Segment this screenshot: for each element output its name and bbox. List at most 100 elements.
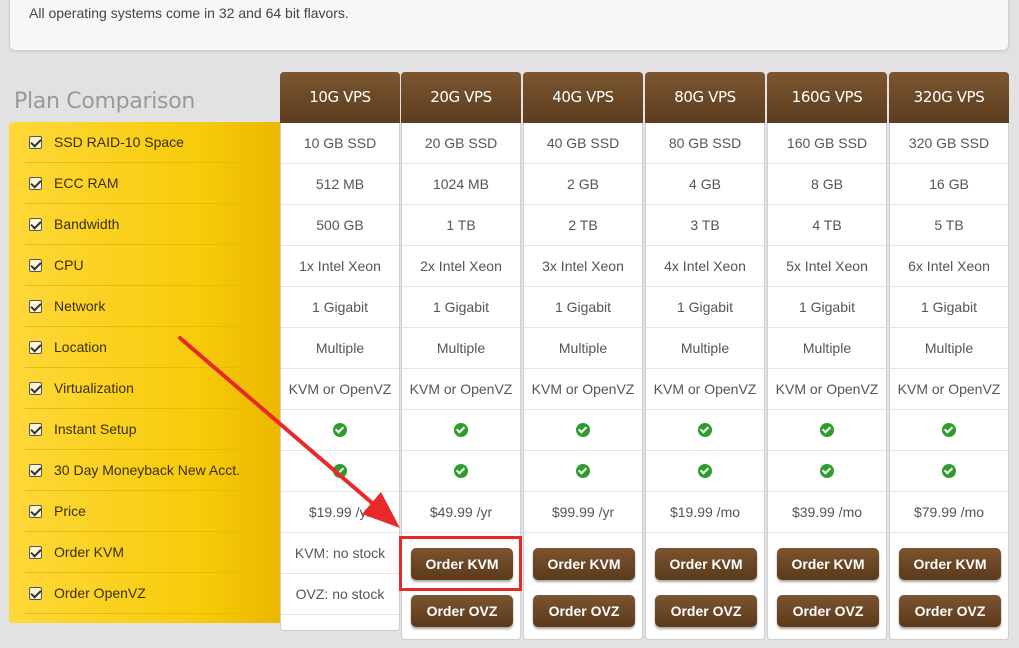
location-cell: Multiple <box>890 328 1008 369</box>
feature-row: SSD RAID-10 Space <box>25 122 257 163</box>
space-cell: 20 GB SSD <box>402 123 520 164</box>
virtualization-cell: KVM or OpenVZ <box>768 369 886 410</box>
order-ovz-button[interactable]: Order OVZ <box>411 595 513 627</box>
feature-label: SSD RAID-10 Space <box>54 134 184 150</box>
checkbox-icon <box>29 464 42 477</box>
order-ovz-button[interactable]: Order OVZ <box>899 595 1001 627</box>
plan-column-5: 160G VPS 160 GB SSD 8 GB 4 TB 5x Intel X… <box>767 72 887 640</box>
bandwidth-cell: 500 GB <box>281 205 399 246</box>
plan-header: 80G VPS <box>645 72 765 123</box>
price-cell: $49.99 /yr <box>402 492 520 533</box>
check-circle-icon <box>454 464 468 479</box>
plan-header: 320G VPS <box>889 72 1009 123</box>
network-cell: 1 Gigabit <box>524 287 642 328</box>
virtualization-cell: KVM or OpenVZ <box>890 369 1008 410</box>
location-cell: Multiple <box>281 328 399 369</box>
checkbox-icon <box>29 177 42 190</box>
order-kvm-button[interactable]: Order KVM <box>655 548 757 580</box>
feature-label: CPU <box>54 257 84 273</box>
checkbox-icon <box>29 423 42 436</box>
checkbox-icon <box>29 300 42 313</box>
os-note-text: All operating systems come in 32 and 64 … <box>29 5 349 21</box>
price-cell: $79.99 /mo <box>890 492 1008 533</box>
location-cell: Multiple <box>524 328 642 369</box>
check-circle-icon <box>576 464 590 479</box>
cpu-cell: 4x Intel Xeon <box>646 246 764 287</box>
checkbox-icon <box>29 505 42 518</box>
feature-row: Order KVM <box>25 532 257 573</box>
plan-header: 160G VPS <box>767 72 887 123</box>
location-cell: Multiple <box>768 328 886 369</box>
checkbox-icon <box>29 218 42 231</box>
feature-label: Virtualization <box>54 380 134 396</box>
plan-header: 20G VPS <box>401 72 521 123</box>
price-cell: $19.99 /yr <box>281 492 399 533</box>
feature-row: 30 Day Moneyback New Acct. <box>25 450 257 491</box>
network-cell: 1 Gigabit <box>646 287 764 328</box>
ram-cell: 512 MB <box>281 164 399 205</box>
order-ovz-button[interactable]: Order OVZ <box>777 595 879 627</box>
feature-row: ECC RAM <box>25 163 257 204</box>
bandwidth-cell: 3 TB <box>646 205 764 246</box>
feature-label: Network <box>54 298 106 314</box>
check-circle-icon <box>698 464 712 479</box>
check-circle-icon <box>454 423 468 438</box>
virtualization-cell: KVM or OpenVZ <box>524 369 642 410</box>
feature-row: CPU <box>25 245 257 286</box>
checkbox-icon <box>29 382 42 395</box>
instant-setup-cell <box>768 410 886 451</box>
feature-row: Location <box>25 327 257 368</box>
price-cell: $39.99 /mo <box>768 492 886 533</box>
feature-label: ECC RAM <box>54 175 119 191</box>
kvm-stock-cell: KVM: no stock <box>281 533 399 574</box>
feature-label: 30 Day Moneyback New Acct. <box>54 462 240 478</box>
order-kvm-button[interactable]: Order KVM <box>533 548 635 580</box>
feature-label: Order KVM <box>54 544 125 560</box>
plan-header: 40G VPS <box>523 72 643 123</box>
price-cell: $19.99 /mo <box>646 492 764 533</box>
space-cell: 160 GB SSD <box>768 123 886 164</box>
price-cell: $99.99 /yr <box>524 492 642 533</box>
cpu-cell: 5x Intel Xeon <box>768 246 886 287</box>
bandwidth-cell: 4 TB <box>768 205 886 246</box>
check-circle-icon <box>576 423 590 438</box>
plan-column-6: 320G VPS 320 GB SSD 16 GB 5 TB 6x Intel … <box>889 72 1009 640</box>
network-cell: 1 Gigabit <box>890 287 1008 328</box>
cpu-cell: 6x Intel Xeon <box>890 246 1008 287</box>
bandwidth-cell: 5 TB <box>890 205 1008 246</box>
cpu-cell: 3x Intel Xeon <box>524 246 642 287</box>
location-cell: Multiple <box>646 328 764 369</box>
check-circle-icon <box>698 423 712 438</box>
checkbox-icon <box>29 341 42 354</box>
moneyback-cell <box>524 451 642 492</box>
check-circle-icon <box>942 423 956 438</box>
feature-list: SSD RAID-10 Space ECC RAM Bandwidth CPU … <box>9 122 280 623</box>
virtualization-cell: KVM or OpenVZ <box>402 369 520 410</box>
order-kvm-button[interactable]: Order KVM <box>899 548 1001 580</box>
moneyback-cell <box>890 451 1008 492</box>
moneyback-cell <box>646 451 764 492</box>
moneyback-cell <box>402 451 520 492</box>
plan-column-3: 40G VPS 40 GB SSD 2 GB 2 TB 3x Intel Xeo… <box>523 72 643 640</box>
ram-cell: 2 GB <box>524 164 642 205</box>
checkbox-icon <box>29 546 42 559</box>
order-ovz-button[interactable]: Order OVZ <box>655 595 757 627</box>
plan-column-1: 10G VPS 10 GB SSD 512 MB 500 GB 1x Intel… <box>280 72 400 631</box>
network-cell: 1 Gigabit <box>402 287 520 328</box>
feature-row: Order OpenVZ <box>25 573 257 614</box>
network-cell: 1 Gigabit <box>281 287 399 328</box>
plan-comparison-title: Plan Comparison <box>14 89 196 114</box>
check-circle-icon <box>333 423 347 438</box>
feature-row: Price <box>25 491 257 532</box>
plan-column-4: 80G VPS 80 GB SSD 4 GB 3 TB 4x Intel Xeo… <box>645 72 765 640</box>
check-circle-icon <box>333 464 347 479</box>
virtualization-cell: KVM or OpenVZ <box>281 369 399 410</box>
ram-cell: 4 GB <box>646 164 764 205</box>
space-cell: 320 GB SSD <box>890 123 1008 164</box>
feature-row: Bandwidth <box>25 204 257 245</box>
cpu-cell: 1x Intel Xeon <box>281 246 399 287</box>
instant-setup-cell <box>281 410 399 451</box>
order-ovz-button[interactable]: Order OVZ <box>533 595 635 627</box>
feature-label: Price <box>54 503 86 519</box>
order-kvm-button[interactable]: Order KVM <box>777 548 879 580</box>
